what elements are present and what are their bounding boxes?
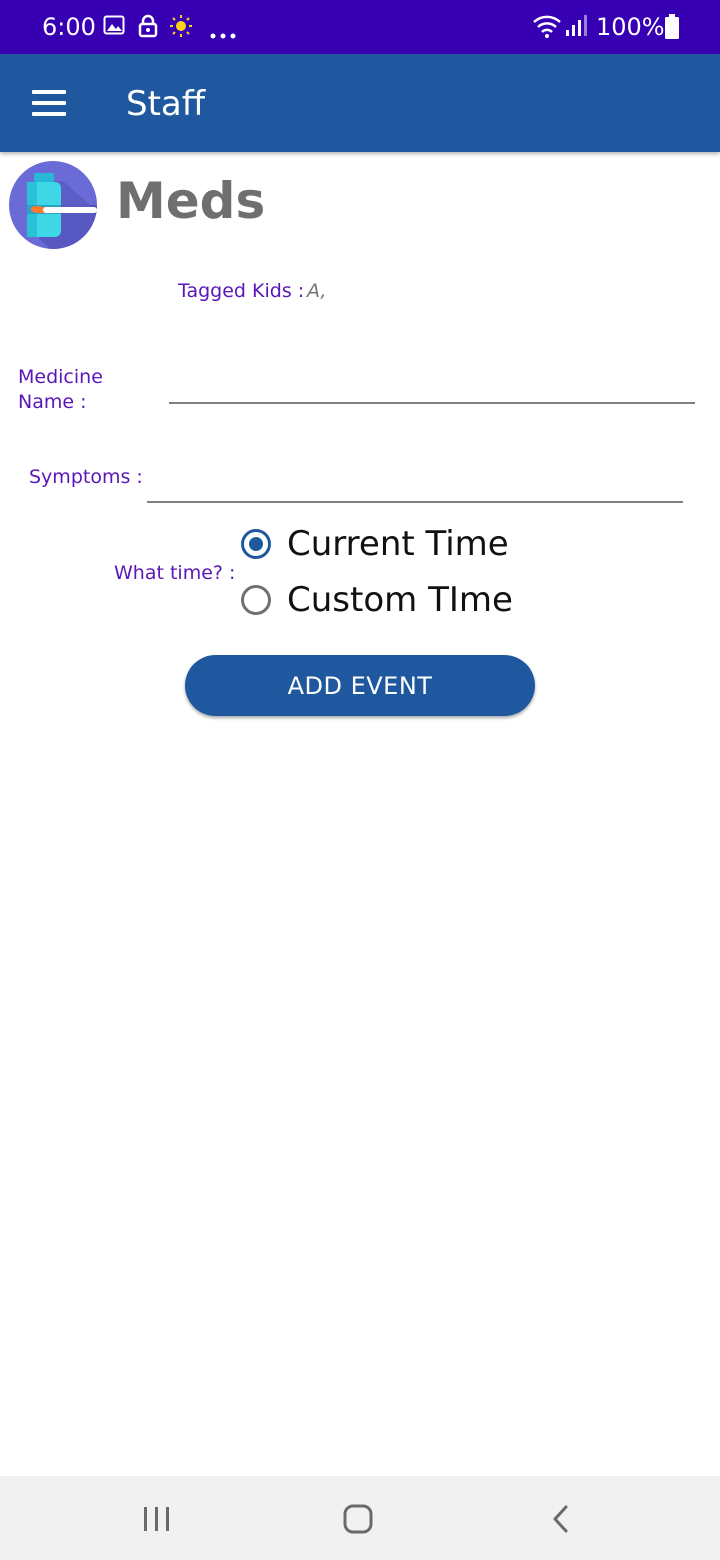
radio-custom-time-label: Custom TIme — [287, 580, 513, 620]
medicine-name-input[interactable] — [169, 372, 695, 404]
battery-percentage: 100% — [596, 13, 665, 41]
radio-unchecked-icon[interactable] — [241, 585, 271, 615]
back-icon[interactable] — [500, 1476, 620, 1560]
what-time-label: What time? : — [114, 562, 236, 584]
signal-icon — [564, 14, 588, 42]
status-time: 6:00 — [42, 13, 96, 41]
more-dots-icon — [210, 24, 236, 43]
screen: 6:00 100% Staff Meds Tagged Kids: A, Me… — [0, 0, 720, 1560]
app-bar: Staff — [0, 54, 720, 152]
page-title: Meds — [116, 172, 266, 230]
recent-apps-icon[interactable] — [97, 1476, 217, 1560]
medicine-name-label-line2: Name : — [18, 391, 87, 413]
medicine-name-label-line1: Medicine — [18, 366, 103, 388]
medicine-bottle-spoon-icon — [9, 161, 97, 253]
wifi-icon — [532, 14, 562, 42]
brightness-icon — [169, 14, 193, 42]
home-icon[interactable] — [298, 1476, 418, 1560]
symptoms-label: Symptoms : — [29, 466, 143, 488]
add-event-button[interactable]: ADD EVENT — [185, 655, 535, 716]
battery-icon — [664, 14, 680, 44]
hamburger-menu-icon[interactable] — [32, 90, 66, 116]
tagged-kids-label: Tagged Kids : — [178, 280, 305, 302]
radio-current-time-label: Current Time — [287, 524, 509, 564]
gallery-icon — [103, 14, 125, 40]
tagged-kids-value: A, — [307, 280, 327, 302]
radio-checked-icon[interactable] — [241, 529, 271, 559]
symptoms-input[interactable] — [147, 471, 683, 503]
status-bar: 6:00 100% — [0, 0, 720, 54]
system-nav-bar — [0, 1476, 720, 1560]
lock-icon — [138, 14, 158, 42]
app-bar-title: Staff — [126, 84, 206, 124]
